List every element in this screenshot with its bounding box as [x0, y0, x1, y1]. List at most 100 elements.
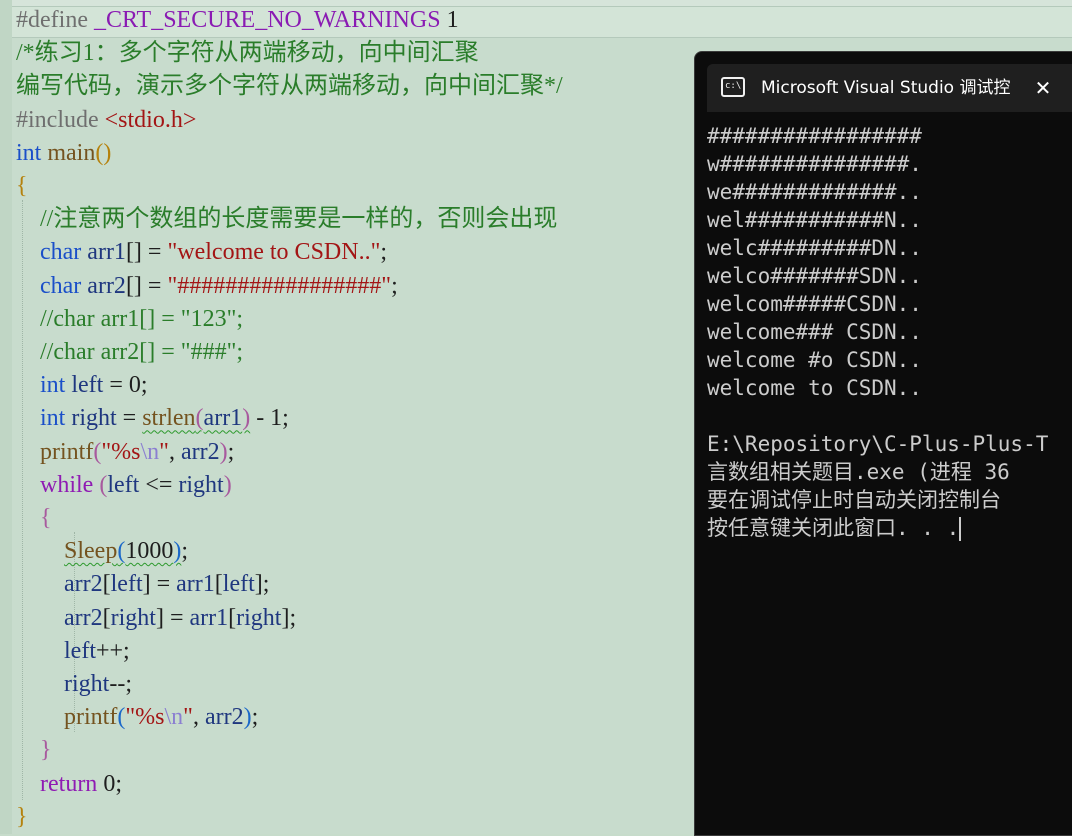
close-icon[interactable]: ✕	[1025, 70, 1061, 106]
code-token: arr2	[64, 604, 103, 631]
code-token: ];	[254, 571, 270, 598]
code-token: int	[40, 405, 66, 432]
code-line[interactable]: }	[16, 801, 28, 834]
console-output-line: #################	[707, 124, 922, 148]
code-line[interactable]: #define _CRT_SECURE_NO_WARNINGS 1	[16, 4, 459, 37]
code-token: int	[40, 372, 66, 399]
code-token: [	[214, 571, 223, 598]
code-token: ];	[281, 604, 297, 631]
code-token: char	[40, 272, 82, 299]
code-line[interactable]: {	[16, 502, 52, 535]
code-line[interactable]: //注意两个数组的长度需要是一样的，否则会出现	[16, 203, 557, 236]
code-token: ;	[391, 272, 398, 299]
code-token: right	[178, 471, 224, 498]
code-line[interactable]: }	[16, 734, 52, 767]
console-output-line: wel###########N..	[707, 208, 922, 232]
console-titlebar[interactable]: c:\ Microsoft Visual Studio 调试控 ✕	[707, 64, 1072, 112]
code-line[interactable]: left++;	[16, 635, 130, 668]
code-token: arr1	[87, 239, 126, 266]
code-token: "%s	[125, 704, 165, 731]
code-token: main	[47, 139, 96, 166]
code-line[interactable]: 编写代码，演示多个字符从两端移动，向中间汇聚*/	[16, 70, 563, 103]
editor-gutter	[0, 0, 12, 834]
code-token: 1	[440, 7, 459, 33]
code-line[interactable]: #include <stdio.h>	[16, 104, 196, 137]
code-token: <=	[139, 471, 179, 498]
code-line[interactable]: char arr2[] = "#################";	[16, 270, 398, 303]
console-output-line: welc#########DN..	[707, 236, 922, 260]
code-token: /*练习1：多个字符从两端移动，向中间汇聚	[16, 40, 479, 67]
code-line[interactable]: int right = strlen(arr1) - 1;	[16, 402, 289, 435]
code-line[interactable]: arr2[right] = arr1[right];	[16, 602, 296, 635]
code-line[interactable]: arr2[left] = arr1[left];	[16, 568, 269, 601]
code-line[interactable]: right--;	[16, 668, 132, 701]
code-token: right	[64, 671, 110, 697]
code-token: 编写代码，演示多个字符从两端移动，向中间汇聚*/	[16, 73, 563, 100]
code-line[interactable]: //char arr2[] = "###";	[16, 336, 243, 369]
console-output-line: welcome #o CSDN..	[707, 348, 922, 372]
code-token: #include	[16, 106, 99, 133]
code-token: ()	[95, 139, 112, 166]
console-output-line: E:\Repository\C-Plus-Plus-T	[707, 432, 1049, 456]
code-token: =	[116, 405, 143, 432]
code-token: "	[183, 704, 193, 731]
code-line[interactable]: return 0;	[16, 768, 122, 801]
code-token: [] =	[125, 239, 168, 266]
code-token: arr1	[189, 604, 229, 631]
code-token: )	[219, 438, 228, 465]
console-output-line: welcome### CSDN..	[707, 320, 922, 344]
code-token: ] =	[155, 604, 190, 631]
code-token: <stdio.h>	[104, 106, 197, 133]
code-token: ,	[168, 438, 181, 465]
code-token: \n	[164, 704, 184, 731]
code-line[interactable]: Sleep(1000);	[16, 535, 188, 568]
code-token: right	[236, 604, 282, 631]
code-token: left	[107, 471, 140, 498]
code-token: {	[16, 173, 28, 199]
code-line[interactable]: int main()	[16, 137, 111, 170]
code-token: 0;	[97, 770, 122, 797]
code-line[interactable]: int left = 0;	[16, 369, 148, 402]
code-line[interactable]: {	[16, 170, 28, 203]
code-token: left	[222, 571, 255, 598]
console-output-line: 要在调试停止时自动关闭控制台	[707, 488, 1001, 512]
debug-console-window[interactable]: c:\ Microsoft Visual Studio 调试控 ✕ ######…	[694, 51, 1072, 836]
code-line[interactable]: /*练习1：多个字符从两端移动，向中间汇聚	[16, 37, 479, 70]
code-token: left	[64, 637, 96, 664]
code-line[interactable]: printf("%s\n", arr2);	[16, 701, 258, 734]
console-output-line: w###############.	[707, 152, 922, 176]
code-token: [] =	[125, 272, 168, 299]
code-token: left	[110, 571, 143, 598]
code-token: ,	[192, 704, 205, 731]
code-line[interactable]: printf("%s\n", arr2);	[16, 436, 234, 469]
code-token: //char arr1[] = "123";	[40, 305, 244, 332]
code-line[interactable]: //char arr1[] = "123";	[16, 303, 243, 336]
code-token: (	[195, 405, 204, 432]
console-output[interactable]: ################# w###############. we####…	[707, 122, 1072, 822]
code-token: _CRT_SECURE_NO_WARNINGS	[93, 7, 441, 33]
console-app-icon: c:\	[721, 77, 745, 97]
console-output-line: welcom#####CSDN..	[707, 292, 922, 316]
code-line[interactable]: char arr1[] = "welcome to CSDN..";	[16, 236, 387, 269]
code-token: "%s	[101, 438, 141, 465]
code-token: char	[40, 239, 82, 266]
code-token: ] =	[142, 571, 177, 598]
code-token: )	[242, 405, 251, 432]
code-token: )	[243, 704, 252, 731]
code-token: int	[16, 139, 42, 166]
code-token: printf	[40, 438, 94, 465]
code-token: Sleep	[64, 538, 118, 565]
code-token: //注意两个数组的长度需要是一样的，否则会出现	[40, 206, 558, 233]
code-token: //char arr2[] = "###";	[40, 339, 244, 365]
code-line[interactable]: while (left <= right)	[16, 469, 232, 502]
